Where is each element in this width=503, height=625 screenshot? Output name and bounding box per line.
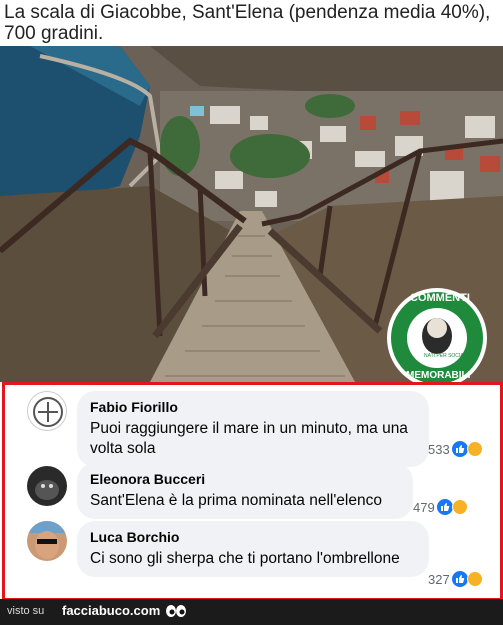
like-icon <box>451 571 468 587</box>
comment-text: Puoi raggiungere il mare in un minuto, m… <box>90 420 408 457</box>
comment-text: Sant'Elena è la prima nominata nell'elen… <box>90 492 382 509</box>
stairway-photo: COMMENTI MEMORABILI NATI PER SOCIAL <box>0 46 503 382</box>
comments-frame: Fabio Fiorillo Puoi raggiungere il mare … <box>2 382 503 601</box>
post-caption: La scala di Giacobbe, Sant'Elena (penden… <box>4 2 491 44</box>
haha-icon <box>466 571 483 587</box>
avatar[interactable] <box>27 466 67 506</box>
badge-bottom-text: MEMORABILI <box>406 370 471 381</box>
badge-top-text: COMMENTI <box>410 292 470 304</box>
reaction-count: 479 <box>413 499 435 515</box>
commenter-name[interactable]: Eleonora Bucceri <box>90 470 400 488</box>
reaction-summary[interactable]: 479 <box>413 499 468 515</box>
commenter-name[interactable]: Luca Borchio <box>90 528 416 546</box>
avatar[interactable] <box>27 391 67 431</box>
comment-bubble: Luca Borchio Ci sono gli sherpa che ti p… <box>77 521 429 577</box>
haha-icon <box>466 441 483 457</box>
like-icon <box>436 499 453 515</box>
like-icon <box>451 441 468 457</box>
comment-text: Ci sono gli sherpa che ti portano l'ombr… <box>90 550 400 567</box>
comment-bubble: Eleonora Bucceri Sant'Elena è la prima n… <box>77 463 413 519</box>
badge-small-text: NATI PER SOCIAL <box>424 353 467 359</box>
avatar[interactable] <box>27 521 67 561</box>
commenter-name[interactable]: Fabio Fiorillo <box>90 398 416 416</box>
footer-bar: visto su facciabuco.com <box>0 599 503 625</box>
haha-icon <box>451 499 468 515</box>
reaction-count: 533 <box>428 441 450 457</box>
comment-bubble: Fabio Fiorillo Puoi raggiungere il mare … <box>77 391 429 467</box>
visto-su-label: visto su <box>7 605 45 617</box>
reaction-count: 327 <box>428 571 450 587</box>
reaction-summary[interactable]: 327 <box>428 571 483 587</box>
site-brand-link[interactable]: facciabuco.com <box>62 603 160 618</box>
eyes-logo-icon <box>166 605 186 617</box>
reaction-summary[interactable]: 533 <box>428 441 483 457</box>
